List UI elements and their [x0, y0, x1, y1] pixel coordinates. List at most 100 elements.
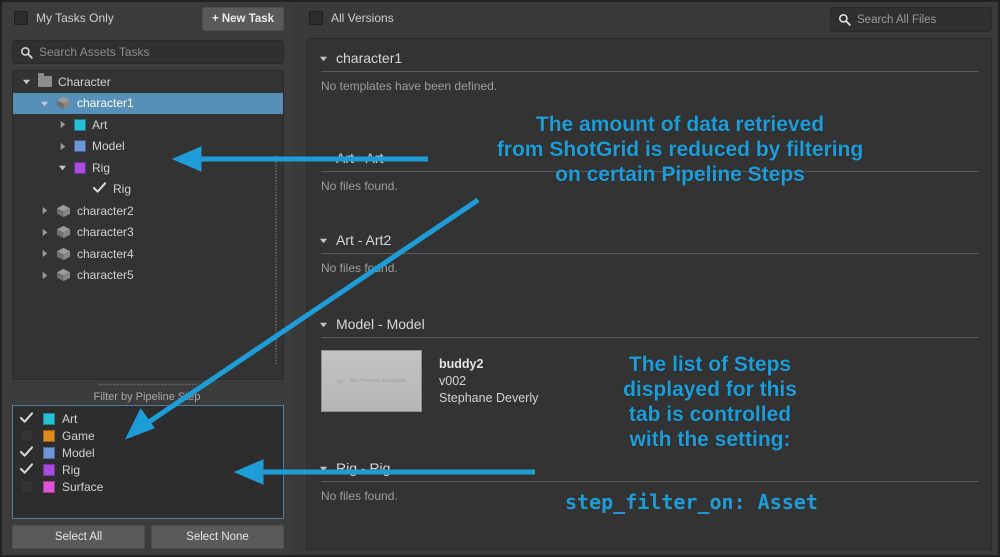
pipeline-step-checkbox[interactable]: [19, 462, 34, 477]
twisty-down-icon[interactable]: [55, 163, 69, 172]
select-all-button[interactable]: Select All: [12, 525, 145, 549]
tree-item-character1-1[interactable]: character1: [13, 92, 283, 114]
twisty-right-icon[interactable]: [37, 206, 51, 215]
twisty-down-icon[interactable]: [19, 77, 33, 86]
twisty-right-icon[interactable]: [37, 271, 51, 280]
select-none-button[interactable]: Select None: [151, 525, 284, 549]
step-color-chip-icon: [74, 140, 86, 153]
assets-tasks-tree[interactable]: Character character1 Art Model Rig Rig charact…: [12, 70, 284, 380]
tree-item-label: character2: [77, 203, 134, 218]
asset-cube-icon: [56, 225, 71, 239]
tree-item-character5-9[interactable]: character5: [13, 265, 283, 287]
pipeline-step-item-surface[interactable]: Surface: [13, 478, 283, 495]
file-group-name: Rig - Rig: [336, 460, 391, 476]
tree-item-rig-4[interactable]: Rig: [13, 157, 283, 179]
search-assets-tasks-placeholder: Search Assets Tasks: [39, 45, 150, 59]
pipeline-step-checkbox[interactable]: [19, 445, 34, 460]
step-color-chip-icon: [74, 118, 86, 131]
file-group-header[interactable]: character1: [307, 47, 991, 69]
task-check-icon: [92, 182, 107, 196]
twisty-right-icon[interactable]: [37, 249, 51, 258]
pipeline-step-item-game[interactable]: Game: [13, 427, 283, 444]
tree-item-art-2[interactable]: Art: [13, 114, 283, 136]
twisty-right-icon[interactable]: [55, 142, 69, 151]
annotation-line: displayed for this: [623, 378, 797, 401]
file-name: buddy2: [439, 357, 484, 371]
checkbox-box-icon: [20, 480, 33, 493]
annotation-line: on certain Pipeline Steps: [555, 163, 805, 186]
tree-item-label: Model: [92, 139, 125, 154]
tree-scrollbar[interactable]: [272, 73, 281, 379]
my-tasks-only-checkbox[interactable]: My Tasks Only: [14, 11, 114, 25]
pipeline-step-item-art[interactable]: Art: [13, 410, 283, 427]
pipeline-step-label: Surface: [62, 479, 104, 494]
tree-item-rig-5[interactable]: Rig: [13, 179, 283, 201]
pipeline-step-checkbox[interactable]: [19, 428, 34, 443]
checkmark-icon: [19, 445, 34, 460]
no-preview-icon: [336, 378, 346, 384]
pipeline-step-item-model[interactable]: Model: [13, 444, 283, 461]
tree-item-character4-8[interactable]: character4: [13, 243, 283, 265]
asset-cube-icon: [56, 96, 71, 110]
search-icon: [838, 13, 851, 26]
tree-item-character3-7[interactable]: character3: [13, 222, 283, 244]
pipeline-step-label: Art: [62, 411, 78, 426]
tree-item-label: character4: [77, 246, 134, 261]
twisty-down-icon[interactable]: [319, 320, 328, 329]
pipeline-step-buttons: Select All Select None: [12, 525, 284, 549]
checkbox-box-icon: [309, 11, 323, 25]
twisty-down-icon[interactable]: [319, 236, 328, 245]
all-versions-checkbox[interactable]: All Versions: [309, 11, 394, 25]
step-color-chip-icon: [43, 429, 55, 442]
search-assets-tasks-field[interactable]: Search Assets Tasks: [12, 40, 284, 64]
tree-item-label: Rig: [92, 160, 111, 175]
file-group-header[interactable]: Art - Art2: [307, 229, 991, 251]
app-window: My Tasks Only + New Task Search Assets T…: [0, 0, 1000, 557]
panel-splitter-handle[interactable]: [98, 383, 198, 386]
pipeline-step-filter-list[interactable]: Art Game Model Rig Surface: [12, 405, 284, 519]
step-color-chip-icon: [43, 463, 55, 476]
pipeline-step-label: Rig: [62, 462, 81, 477]
twisty-down-icon[interactable]: [319, 54, 328, 63]
twisty-down-icon[interactable]: [319, 464, 328, 473]
tree-item-character2-6[interactable]: character2: [13, 200, 283, 222]
tree-item-character-0[interactable]: Character: [13, 71, 283, 93]
annotation-setting-text: step_filter_on: Asset: [565, 490, 818, 514]
file-group-name: Model - Model: [336, 316, 425, 332]
file-group-header[interactable]: Rig - Rig: [307, 457, 991, 479]
pipeline-step-checkbox[interactable]: [19, 479, 34, 494]
search-icon: [20, 46, 33, 59]
twisty-down-icon[interactable]: [37, 99, 51, 108]
step-color-chip-icon: [74, 161, 86, 174]
twisty-down-icon[interactable]: [319, 154, 328, 163]
all-versions-label: All Versions: [331, 11, 394, 25]
right-panel: All Versions Search All Files character1…: [300, 2, 998, 555]
step-color-chip-icon: [43, 412, 55, 425]
pipeline-step-item-rig[interactable]: Rig: [13, 461, 283, 478]
file-group-header[interactable]: Model - Model: [307, 313, 991, 335]
my-tasks-only-label: My Tasks Only: [36, 11, 114, 25]
annotation-line: from ShotGrid is reduced by filtering: [496, 138, 864, 161]
file-metadata: buddy2 v002 Stephane Deverly: [439, 350, 538, 412]
file-user: Stephane Deverly: [439, 391, 539, 405]
asset-cube-icon: [56, 268, 71, 282]
search-all-files-field[interactable]: Search All Files: [830, 7, 992, 32]
scrollbar-grip-icon: [275, 155, 277, 365]
file-version: v002: [439, 374, 467, 388]
tree-item-label: Character: [58, 74, 111, 89]
new-task-button[interactable]: + New Task: [202, 7, 284, 31]
filter-by-pipeline-step-label: Filter by Pipeline Step: [93, 391, 201, 403]
tree-item-model-3[interactable]: Model: [13, 136, 283, 158]
twisty-right-icon[interactable]: [55, 120, 69, 129]
file-group-art-art2: Art - Art2 No files found.: [307, 229, 991, 275]
group-empty-message: No files found.: [321, 261, 398, 275]
group-empty-message: No templates have been defined.: [321, 79, 498, 93]
pipeline-step-checkbox[interactable]: [19, 411, 34, 426]
tree-item-label: Rig: [113, 182, 132, 197]
right-panel-header: All Versions Search All Files: [300, 2, 998, 36]
file-group-name: character1: [336, 50, 403, 66]
file-group-name: Art - Art: [336, 150, 384, 166]
twisty-right-icon[interactable]: [37, 228, 51, 237]
annotation-line: with the setting:: [629, 428, 791, 451]
tree-item-label: character3: [77, 225, 134, 240]
